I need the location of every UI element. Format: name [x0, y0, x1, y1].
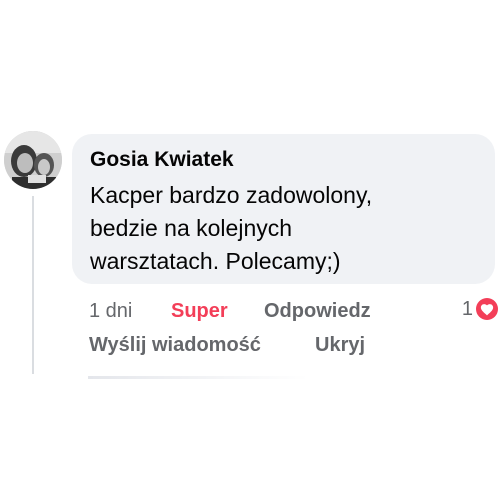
reply-button[interactable]: Odpowiedz [264, 298, 371, 324]
comment-timestamp[interactable]: 1 dni [89, 298, 132, 324]
comment-bubble: Gosia Kwiatek Kacper bardzo zadowolony, … [72, 134, 495, 284]
reaction-count[interactable]: 1 [462, 296, 498, 322]
heart-icon [476, 298, 498, 320]
avatar-photo [4, 131, 62, 189]
reaction-count-number: 1 [461, 297, 473, 320]
next-comment-divider [88, 376, 308, 379]
super-reaction-button[interactable]: Super [171, 298, 228, 324]
comment-author[interactable]: Gosia Kwiatek [90, 147, 234, 173]
avatar[interactable] [4, 131, 62, 189]
comment-text: Kacper bardzo zadowolony, bedzie na kole… [90, 182, 373, 274]
thread-line [32, 196, 34, 374]
hide-button[interactable]: Ukryj [315, 332, 365, 358]
send-message-button[interactable]: Wyślij wiadomość [89, 332, 261, 358]
